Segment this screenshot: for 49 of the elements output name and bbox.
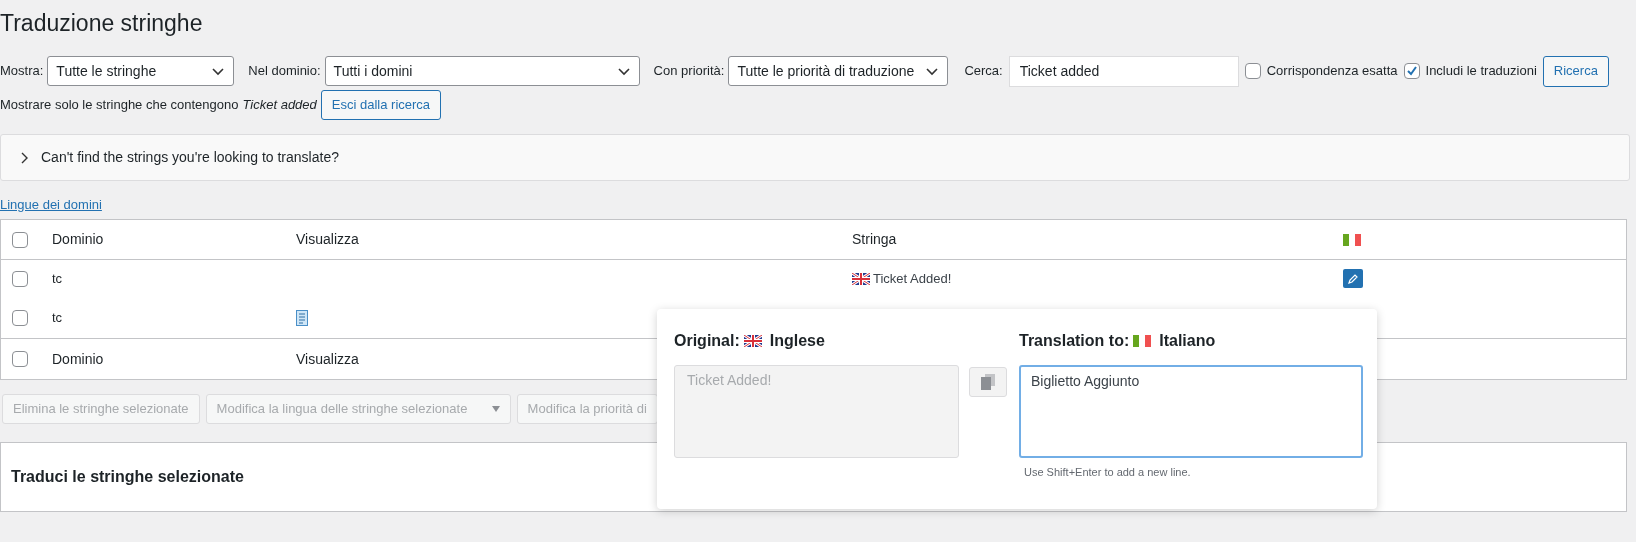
filter-select[interactable]: Tutti i domini — [324, 56, 640, 86]
copy-icon — [981, 374, 995, 390]
column-header: Visualizza — [296, 230, 360, 249]
hint-text: Use Shift+Enter to add a new line. — [1024, 464, 1192, 480]
table-cell-text: Ticket Added! — [873, 269, 952, 288]
exit-search-button[interactable]: Esci dalla ricerca — [320, 90, 442, 120]
caret-icon — [491, 406, 500, 412]
chevron-right-icon — [19, 151, 29, 164]
filter-label: Con priorità: — [653, 62, 725, 81]
flag-icon — [852, 272, 870, 285]
table-cell-text: tc — [52, 269, 64, 288]
filter-select[interactable]: Tutte le stringhe — [47, 56, 235, 86]
column-header: Dominio — [52, 349, 105, 369]
checkbox-label: Includi le traduzioni — [1425, 62, 1537, 81]
language-name: Italiano — [1159, 331, 1216, 351]
filter-label: Nel dominio: — [248, 62, 321, 81]
search-label: Cerca: — [964, 62, 1003, 81]
copy-button[interactable] — [969, 367, 1007, 397]
flag-icon — [743, 335, 762, 347]
domain-languages-link[interactable]: Lingue dei domini — [0, 197, 102, 212]
accordion-header[interactable]: Can't find the strings you're looking to translate? — [0, 134, 1630, 181]
checkbox[interactable] — [1403, 63, 1420, 79]
column-header: Dominio — [52, 230, 105, 249]
search-button[interactable]: Ricerca — [1542, 55, 1609, 87]
checkbox[interactable] — [12, 270, 28, 287]
checkbox[interactable] — [12, 351, 28, 367]
column-header: Visualizza — [296, 349, 359, 369]
original-text-field: Ticket Added! — [674, 365, 959, 458]
language-name: Inglese — [769, 331, 825, 351]
original-label: Original: — [674, 331, 740, 351]
page-title: Traduzione stringhe — [0, 9, 204, 38]
filter-label: Mostra: — [0, 62, 44, 81]
table-cell-text: tc — [52, 308, 64, 327]
pencil-icon — [1347, 272, 1359, 285]
filter-select[interactable]: Tutte le priorità di traduzione — [728, 56, 949, 86]
edit-button[interactable] — [1343, 269, 1363, 288]
column-header: Stringa — [852, 230, 898, 249]
flag-icon — [1343, 233, 1361, 246]
checkbox[interactable] — [1244, 63, 1261, 79]
panel-title: Traduci le stringhe selezionate — [11, 467, 244, 487]
checkbox-label: Corrispondenza esatta — [1266, 62, 1398, 81]
flag-icon — [1133, 335, 1152, 347]
checkbox[interactable] — [12, 309, 28, 326]
translation-field[interactable]: Biglietto Aggiunto — [1019, 365, 1363, 458]
translation-label: Translation to: — [1019, 331, 1130, 351]
notice-text: Mostrare solo le stringhe che contengono — [0, 96, 239, 115]
search-term: Ticket added — [242, 96, 317, 115]
checkbox[interactable] — [12, 231, 28, 248]
search-field[interactable]: Ticket added — [1008, 55, 1239, 87]
